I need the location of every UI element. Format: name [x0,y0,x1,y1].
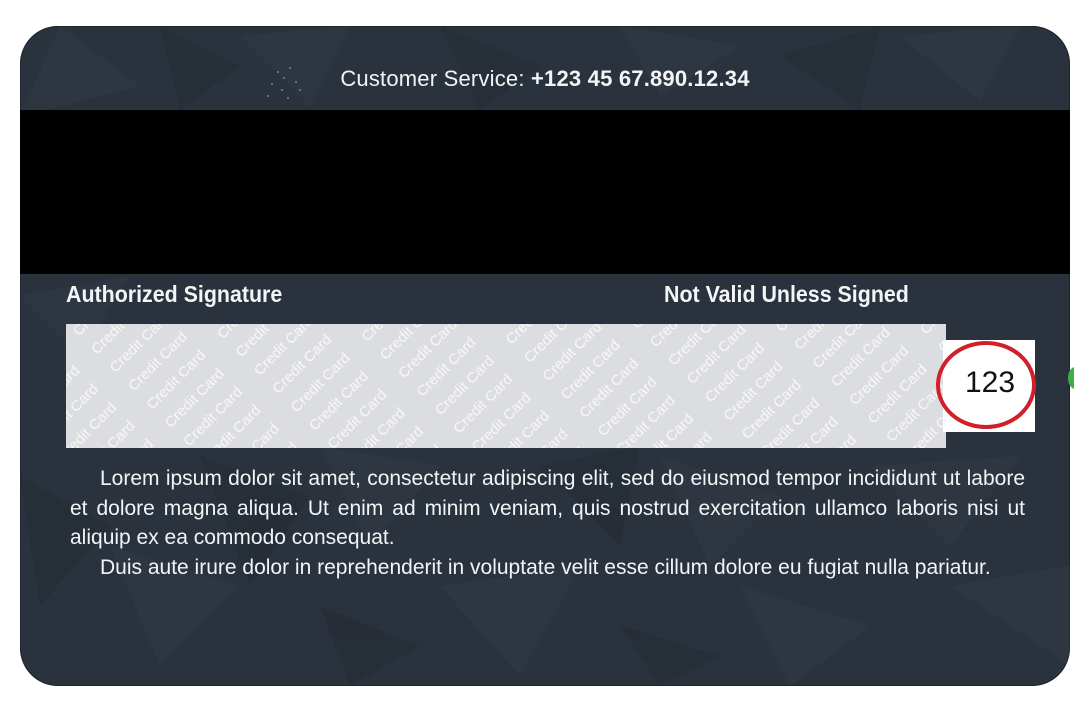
credit-card-back: Customer Service: +123 45 67.890.12.34 A… [20,26,1070,686]
cvv-highlight-circle [936,341,1036,429]
not-valid-unless-signed-label: Not Valid Unless Signed [664,281,909,307]
customer-service-line: Customer Service: +123 45 67.890.12.34 [20,66,1070,92]
magnetic-stripe [20,110,1070,274]
page: Customer Service: +123 45 67.890.12.34 A… [0,0,1074,709]
signature-panel: Credit Card [66,324,946,448]
signature-panel-pattern: Credit Card [66,324,946,448]
customer-service-label: Customer Service: [340,66,525,91]
terms-paragraph-1: Lorem ipsum dolor sit amet, consectetur … [70,467,1025,549]
authorized-signature-label: Authorized Signature [66,281,283,307]
terms-paragraph-2: Duis aute irure dolor in reprehenderit i… [100,555,991,579]
terms-text: Lorem ipsum dolor sit amet, consectetur … [70,464,1025,582]
customer-service-number: +123 45 67.890.12.34 [530,66,750,91]
